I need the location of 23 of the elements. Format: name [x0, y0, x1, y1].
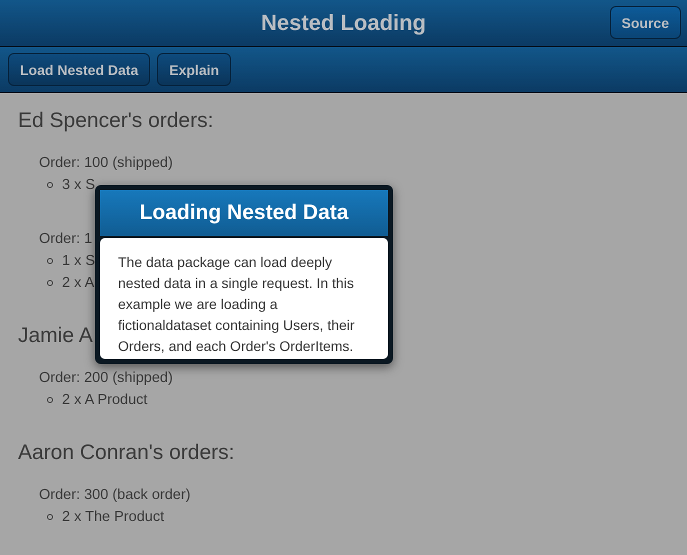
order-item: 3 x S	[62, 177, 96, 193]
modal-title: Loading Nested Data	[140, 201, 348, 225]
order-item: 2 x A Product	[62, 392, 148, 408]
modal-text: The data package can load deeply nested data in a single request. In this example we are loading a fictionaldataset containing Users, their Orders, and each Order's OrderItems.	[118, 253, 356, 356]
toolbar-button[interactable]: Load Nested Data	[8, 53, 150, 86]
user-heading: Jamie A	[18, 324, 93, 348]
bullet-icon	[47, 397, 53, 403]
user-heading: Ed Spencer's orders:	[18, 109, 214, 133]
toolbar-button[interactable]: Explain	[157, 53, 232, 86]
order-label: Order: 1	[39, 230, 94, 249]
order-label: Order: 100 (shipped)	[39, 154, 173, 173]
bullet-icon	[47, 514, 53, 520]
page-title: Nested Loading	[260, 10, 426, 36]
order-label: Order: 200 (shipped)	[39, 369, 173, 388]
user-heading: Aaron Conran's orders:	[18, 441, 234, 465]
order-item: 2 x A	[62, 275, 94, 291]
bullet-icon	[47, 182, 53, 188]
bullet-icon	[47, 258, 53, 264]
source-button[interactable]: Source	[610, 6, 681, 39]
bullet-icon	[47, 280, 53, 286]
order-item: 2 x The Product	[62, 509, 164, 525]
order-item: 1 x S	[62, 253, 96, 269]
order-label: Order: 300 (back order)	[39, 486, 191, 505]
